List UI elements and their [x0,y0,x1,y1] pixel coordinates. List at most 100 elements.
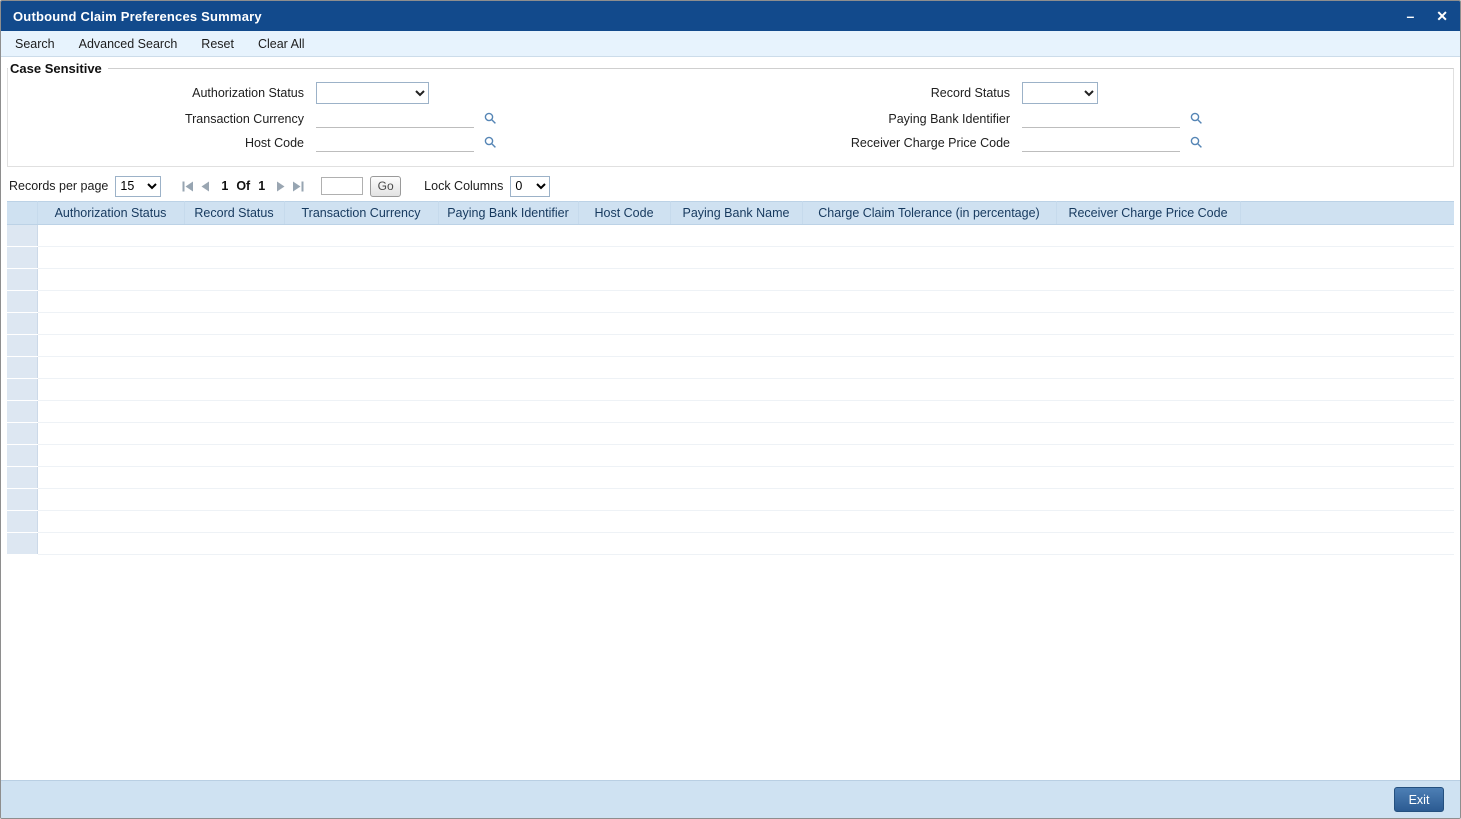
first-page-button[interactable] [182,181,194,192]
column-header-host-code[interactable]: Host Code [578,201,671,225]
column-header-paying-bank-identifier[interactable]: Paying Bank Identifier [438,201,579,225]
table-cell [184,290,284,313]
paying-bank-identifier-lov-button[interactable] [1190,112,1203,125]
last-page-button[interactable] [292,181,304,192]
footer-bar: Exit [1,780,1460,818]
table-cell [37,510,184,533]
case-sensitive-group: Case Sensitive Authorization Status Reco… [7,61,1454,167]
previous-page-icon [201,181,210,191]
row-selector-cell[interactable] [7,334,38,357]
table-cell [1056,268,1240,291]
reset-button[interactable]: Reset [201,37,234,51]
exit-button[interactable]: Exit [1394,787,1444,812]
table-cell [37,290,184,313]
table-cell [1240,422,1454,445]
table-cell [37,312,184,335]
table-cell [438,268,578,291]
next-page-icon [277,181,285,191]
column-header-charge-claim-tolerance[interactable]: Charge Claim Tolerance (in percentage) [802,201,1057,225]
table-cell [438,510,578,533]
advanced-search-button[interactable]: Advanced Search [79,37,178,51]
column-header-paying-bank-name[interactable]: Paying Bank Name [670,201,803,225]
table-row[interactable] [7,246,1454,269]
row-selector-cell[interactable] [7,488,38,511]
table-cell [802,224,1056,247]
table-cell [1056,290,1240,313]
table-cell [1240,378,1454,401]
go-button[interactable]: Go [370,175,402,197]
host-code-lov-button[interactable] [484,136,497,149]
clear-all-button[interactable]: Clear All [258,37,305,51]
table-cell [670,400,802,423]
row-selector-cell[interactable] [7,290,38,313]
table-cell [1056,378,1240,401]
row-selector-cell[interactable] [7,466,38,489]
table-row[interactable] [7,378,1454,401]
goto-page-input[interactable] [321,177,364,195]
authorization-status-select[interactable] [316,82,429,104]
table-row[interactable] [7,444,1454,467]
table-row[interactable] [7,356,1454,379]
column-header-record-status[interactable]: Record Status [184,201,285,225]
table-cell [184,268,284,291]
row-selector-cell[interactable] [7,246,38,269]
receiver-charge-price-code-lov-button[interactable] [1190,136,1203,149]
lock-columns-select[interactable]: 0 [510,175,551,197]
table-row[interactable] [7,510,1454,533]
table-cell [1056,444,1240,467]
table-row[interactable] [7,422,1454,445]
transaction-currency-lov-button[interactable] [484,112,497,125]
column-header-authorization-status[interactable]: Authorization Status [37,201,185,225]
table-cell [578,378,670,401]
table-cell [1240,224,1454,247]
minimize-icon[interactable]: – [1406,9,1414,23]
magnifier-icon [484,112,496,124]
row-selector-cell[interactable] [7,532,38,555]
table-cell [284,246,438,269]
row-selector-cell[interactable] [7,378,38,401]
table-cell [1056,246,1240,269]
table-cell [670,224,802,247]
row-selector-cell[interactable] [7,422,38,445]
close-icon[interactable]: ✕ [1436,9,1448,23]
total-pages: 1 [258,179,266,193]
row-selector-cell[interactable] [7,224,38,247]
row-selector-cell[interactable] [7,268,38,291]
table-cell [284,290,438,313]
table-cell [1240,444,1454,467]
transaction-currency-input[interactable] [316,109,474,128]
table-row[interactable] [7,532,1454,555]
table-cell [1240,246,1454,269]
table-row[interactable] [7,290,1454,313]
paying-bank-identifier-input[interactable] [1022,109,1180,128]
table-row[interactable] [7,400,1454,423]
row-selector-cell[interactable] [7,312,38,335]
row-selector-cell[interactable] [7,400,38,423]
table-cell [578,312,670,335]
table-cell [670,356,802,379]
table-row[interactable] [7,466,1454,489]
table-row[interactable] [7,268,1454,291]
previous-page-button[interactable] [201,181,210,192]
column-header-transaction-currency[interactable]: Transaction Currency [284,201,439,225]
row-selector-cell[interactable] [7,356,38,379]
next-page-button[interactable] [276,181,285,192]
magnifier-icon [1190,112,1202,124]
table-cell [284,444,438,467]
column-header-receiver-charge-price-code[interactable]: Receiver Charge Price Code [1056,201,1241,225]
table-row[interactable] [7,334,1454,357]
receiver-charge-price-code-input[interactable] [1022,133,1180,152]
table-cell [438,356,578,379]
row-selector-cell[interactable] [7,444,38,467]
host-code-input[interactable] [316,133,474,152]
table-row[interactable] [7,312,1454,335]
row-selector-cell[interactable] [7,510,38,533]
table-cell [284,378,438,401]
table-row[interactable] [7,488,1454,511]
table-cell [184,224,284,247]
record-status-select[interactable] [1022,82,1098,104]
table-row[interactable] [7,224,1454,247]
records-per-page-select[interactable]: 15 [115,175,162,197]
table-cell [802,246,1056,269]
search-button[interactable]: Search [15,37,55,51]
